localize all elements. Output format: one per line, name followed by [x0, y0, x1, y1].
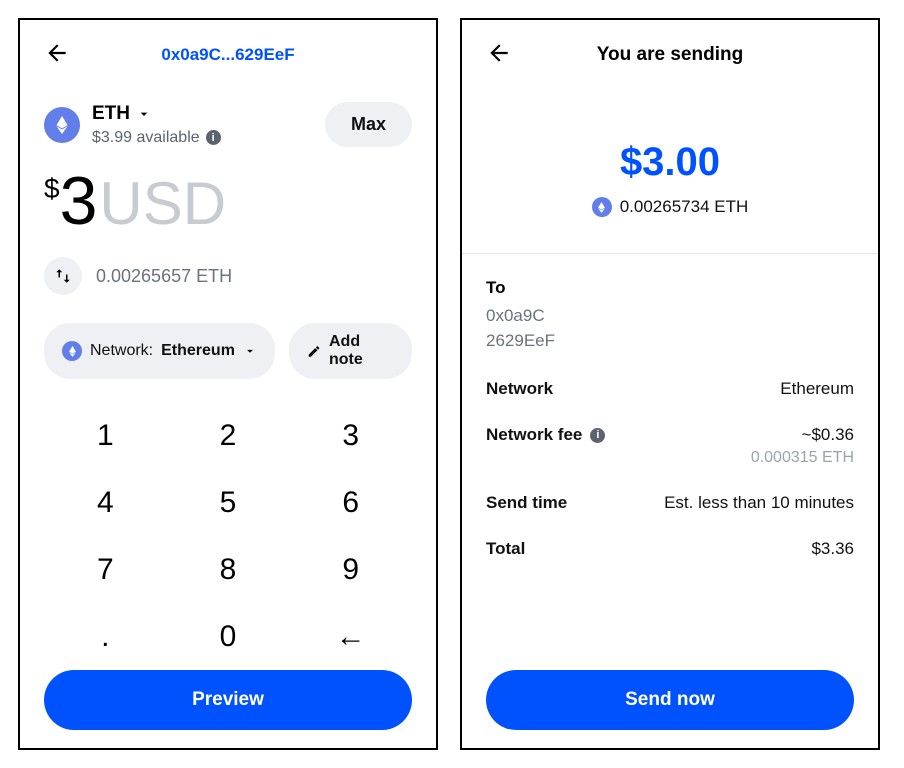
asset-row: ETH $3.99 available i Max — [44, 102, 412, 147]
amount-currency: USD — [99, 174, 226, 234]
back-button[interactable] — [44, 40, 70, 71]
key-9[interactable]: 9 — [289, 537, 412, 604]
time-label: Send time — [486, 493, 567, 513]
network-fee-row: Network fee i ~$0.36 0.000315 ETH — [486, 425, 854, 467]
network-value: Ethereum — [161, 342, 235, 360]
key-5[interactable]: 5 — [167, 470, 290, 537]
details-list: To 0x0a9C 2629EeF Network Ethereum Netwo… — [486, 278, 854, 559]
to-address-line1: 0x0a9C — [486, 304, 854, 329]
chevron-down-icon — [136, 106, 152, 122]
to-address-line2: 2629EeF — [486, 329, 854, 354]
key-7[interactable]: 7 — [44, 537, 167, 604]
key-0[interactable]: 0 — [167, 603, 290, 670]
recipient-address: 0x0a9C...629EeF — [44, 45, 412, 65]
fee-label: Network fee — [486, 425, 582, 445]
add-note-button[interactable]: Add note — [289, 323, 412, 379]
eth-icon — [62, 341, 82, 361]
amount-display: $ 3 USD — [44, 167, 412, 235]
info-icon[interactable]: i — [590, 428, 605, 443]
network-value: Ethereum — [780, 379, 854, 399]
network-row: Network Ethereum — [486, 379, 854, 399]
max-button[interactable]: Max — [325, 102, 412, 147]
amount-crypto: 0.00265734 ETH — [620, 197, 749, 217]
network-prefix: Network: — [90, 342, 153, 360]
send-now-button[interactable]: Send now — [486, 670, 854, 730]
chevron-down-icon — [243, 344, 257, 358]
send-amount-screen: 0x0a9C...629EeF ETH $3.99 available i Ma… — [18, 18, 438, 750]
send-time-row: Send time Est. less than 10 minutes — [486, 493, 854, 513]
key-backspace[interactable]: ← — [289, 603, 412, 670]
arrow-left-icon — [44, 40, 70, 66]
add-note-label: Add note — [329, 333, 394, 369]
eth-icon — [592, 197, 612, 217]
summary-amount: $3.00 0.00265734 ETH — [486, 140, 854, 217]
swap-currency-button[interactable] — [44, 257, 82, 295]
pencil-icon — [307, 344, 321, 359]
key-6[interactable]: 6 — [289, 470, 412, 537]
key-4[interactable]: 4 — [44, 470, 167, 537]
key-1[interactable]: 1 — [44, 403, 167, 470]
to-row: To 0x0a9C 2629EeF — [486, 278, 854, 353]
asset-selector[interactable]: ETH — [92, 103, 221, 125]
swap-icon — [54, 267, 72, 285]
total-label: Total — [486, 539, 525, 559]
key-8[interactable]: 8 — [167, 537, 290, 604]
asset-symbol: ETH — [92, 103, 130, 125]
total-value: $3.36 — [811, 539, 854, 559]
page-title: You are sending — [486, 44, 854, 66]
fee-crypto: 0.000315 ETH — [751, 449, 854, 467]
key-decimal[interactable]: . — [44, 603, 167, 670]
amount-usd: $3.00 — [486, 140, 854, 185]
time-value: Est. less than 10 minutes — [664, 493, 854, 513]
numeric-keypad: 1 2 3 4 5 6 7 8 9 . 0 ← — [44, 403, 412, 670]
fee-usd: ~$0.36 — [751, 425, 854, 445]
converted-amount: 0.00265657 ETH — [96, 266, 232, 287]
eth-icon — [44, 107, 80, 143]
network-label: Network — [486, 379, 553, 399]
key-2[interactable]: 2 — [167, 403, 290, 470]
header: You are sending — [486, 34, 854, 76]
available-balance: $3.99 available — [92, 129, 200, 147]
to-label: To — [486, 278, 854, 298]
info-icon[interactable]: i — [206, 130, 221, 145]
currency-symbol: $ — [44, 173, 60, 205]
amount-number: 3 — [60, 167, 98, 235]
send-confirm-screen: You are sending $3.00 0.00265734 ETH To … — [460, 18, 880, 750]
header: 0x0a9C...629EeF — [44, 34, 412, 76]
network-selector[interactable]: Network: Ethereum — [44, 323, 275, 379]
divider — [462, 253, 878, 254]
key-3[interactable]: 3 — [289, 403, 412, 470]
preview-button[interactable]: Preview — [44, 670, 412, 730]
total-row: Total $3.36 — [486, 539, 854, 559]
